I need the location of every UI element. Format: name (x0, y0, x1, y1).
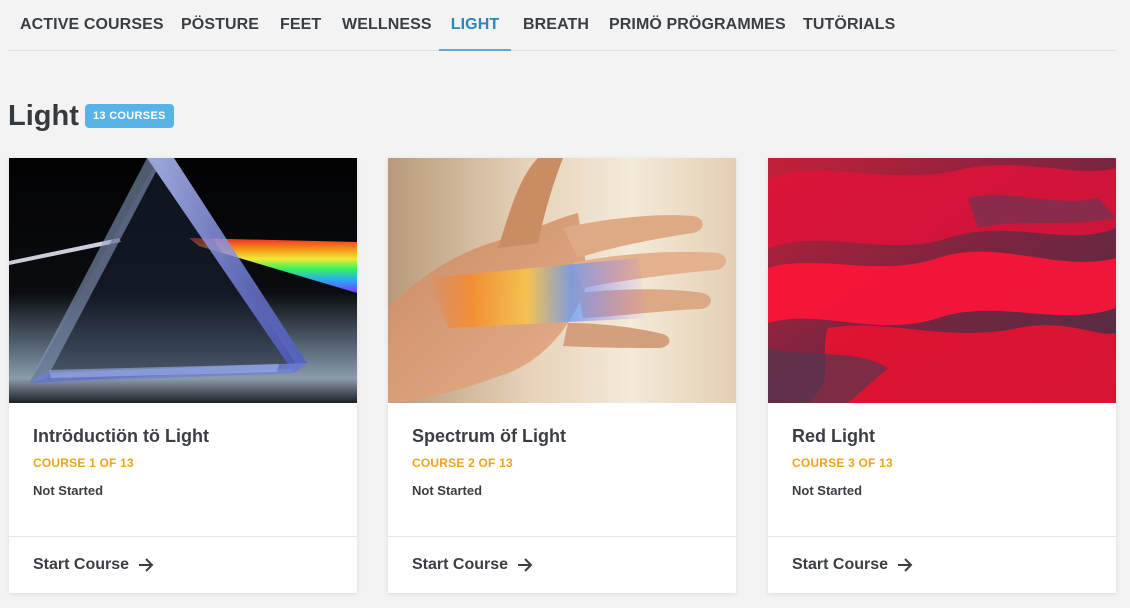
course-card[interactable]: Spectrum öf Light COURSE 2 OF 13 Not Sta… (388, 158, 736, 593)
start-course-label: Start Course (33, 556, 130, 573)
hand-spectrum-image[interactable] (388, 158, 736, 403)
page-title: Light (8, 100, 79, 132)
card-footer: Start Course (9, 536, 357, 593)
course-title[interactable]: Spectrum öf Light (412, 426, 566, 447)
course-number: COURSE 3 OF 13 (792, 456, 893, 470)
tab-tutorials[interactable]: TUTÖRIALS (803, 0, 895, 51)
arrow-right-icon (518, 558, 533, 572)
course-title[interactable]: Red Light (792, 426, 875, 447)
prism-image[interactable] (9, 158, 357, 403)
card-footer: Start Course (388, 536, 736, 593)
start-course-label: Start Course (792, 556, 889, 573)
arrow-right-icon (139, 558, 154, 572)
start-course-label: Start Course (412, 556, 509, 573)
tab-active-courses[interactable]: ACTIVE COURSES (20, 0, 164, 51)
card-footer: Start Course (768, 536, 1116, 593)
arrow-right-icon (898, 558, 913, 572)
course-card[interactable]: Intröductiön tö Light COURSE 1 OF 13 Not… (9, 158, 357, 593)
start-course-button[interactable]: Start Course (33, 556, 154, 574)
course-number: COURSE 2 OF 13 (412, 456, 513, 470)
tab-primo-programmes[interactable]: PRIMÖ PRÖGRAMMES (609, 0, 786, 51)
course-title[interactable]: Intröductiön tö Light (33, 426, 209, 447)
course-status: Not Started (33, 483, 104, 498)
start-course-button[interactable]: Start Course (792, 556, 913, 574)
start-course-button[interactable]: Start Course (412, 556, 533, 574)
course-status: Not Started (792, 483, 863, 498)
tab-light[interactable]: LIGHT (439, 0, 511, 51)
red-sky-image[interactable] (768, 158, 1116, 403)
tab-breath[interactable]: BREATH (523, 0, 589, 51)
course-number: COURSE 1 OF 13 (33, 456, 134, 470)
category-tab-bar: ACTIVE COURSES PÖSTURE FEET WELLNESS LIG… (8, 0, 1116, 51)
course-card[interactable]: Red Light COURSE 3 OF 13 Not Started Sta… (768, 158, 1116, 593)
course-status: Not Started (412, 483, 483, 498)
tab-posture[interactable]: PÖSTURE (181, 0, 259, 51)
course-count-badge: 13 COURSES (85, 104, 174, 128)
tab-wellness[interactable]: WELLNESS (342, 0, 432, 51)
tab-feet[interactable]: FEET (280, 0, 321, 51)
